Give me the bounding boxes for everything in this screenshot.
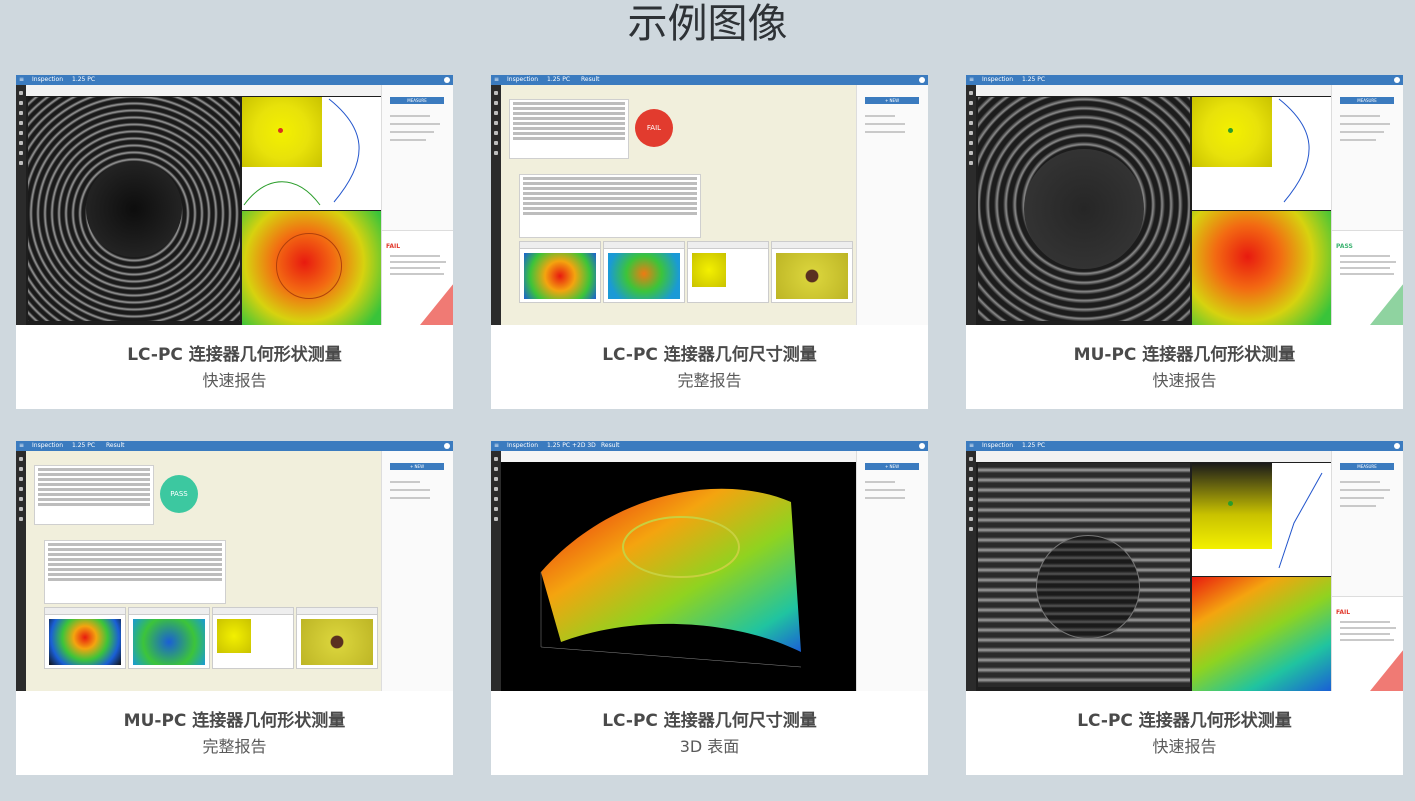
card-title: LC-PC 连接器几何尺寸测量 <box>602 711 817 731</box>
results-panel: + NEW <box>856 451 928 691</box>
help-icon <box>444 77 450 83</box>
tab-result: Result <box>106 442 125 449</box>
sample-card-lc-pc-full[interactable]: ≡ Inspection 1.25 PC Result FAIL + NEW L… <box>491 75 928 409</box>
card-title: LC-PC 连接器几何尺寸测量 <box>602 345 817 365</box>
report-area: FAIL <box>501 89 856 325</box>
card-title: LC-PC 连接器几何形状测量 <box>1077 711 1292 731</box>
sample-card-lc-pc-3d[interactable]: ≡ Inspection 1.25 PC +2D 3D Result + NEW… <box>491 441 928 775</box>
card-subtitle: 完整报告 <box>202 737 267 756</box>
new-measurement-button: + NEW <box>865 463 919 470</box>
app-topbar: ≡ Inspection 1.25 PC Result <box>491 75 928 85</box>
app-subbar <box>976 85 1331 96</box>
profile-views <box>1192 463 1331 576</box>
app-topbar: ≡ Inspection 1.25 PC <box>16 75 453 85</box>
results-panel: + NEW <box>381 451 453 691</box>
profile-views <box>1192 97 1331 210</box>
tab-inspection: Inspection <box>32 442 63 449</box>
menu-icon: ≡ <box>969 442 975 449</box>
help-icon <box>919 443 925 449</box>
sample-card-mu-pc-quick[interactable]: ≡ Inspection 1.25 PC MEASURE PASS MU-PC … <box>966 75 1403 409</box>
tab-connector: 1.25 PC <box>1022 76 1046 83</box>
screenshot-thumbnail: ≡ Inspection 1.25 PC MEASURE FAIL <box>966 441 1403 691</box>
new-measurement-button: + NEW <box>865 97 919 104</box>
tab-inspection: Inspection <box>32 76 63 83</box>
app-subbar <box>501 451 856 462</box>
card-subtitle: 快速报告 <box>1152 371 1217 390</box>
app-topbar: ≡ Inspection 1.25 PC <box>966 75 1403 85</box>
results-panel: MEASURE FAIL <box>1331 451 1403 691</box>
tab-connector: 1.25 PC <box>72 442 96 449</box>
sample-card-lc-pc-quick-2[interactable]: ≡ Inspection 1.25 PC MEASURE FAIL LC-PC … <box>966 441 1403 775</box>
card-title: MU-PC 连接器几何形状测量 <box>123 711 346 731</box>
fringe-image <box>28 97 240 321</box>
page-title: 示例图像 <box>627 1 788 47</box>
app-topbar: ≡ Inspection 1.25 PC +2D 3D Result <box>491 441 928 451</box>
fringe-image <box>978 97 1190 321</box>
surface-3d-view <box>1192 211 1331 325</box>
status-label: FAIL <box>386 243 401 250</box>
app-subbar <box>976 451 1331 462</box>
app-topbar: ≡ Inspection 1.25 PC Result <box>16 441 453 451</box>
help-icon <box>1394 443 1400 449</box>
surface-3d-view <box>501 462 856 691</box>
app-sidebar <box>16 451 26 691</box>
surface-3d-view <box>1192 577 1331 691</box>
app-subbar <box>26 85 381 96</box>
help-icon <box>919 77 925 83</box>
app-sidebar <box>966 451 976 691</box>
status-label: FAIL <box>1336 609 1351 616</box>
screenshot-thumbnail: ≡ Inspection 1.25 PC Result PASS + NEW <box>16 441 453 691</box>
sample-card-lc-pc-quick[interactable]: ≡ Inspection 1.25 PC MEASURE FAIL LC-PC … <box>16 75 453 409</box>
results-panel: MEASURE FAIL <box>381 85 453 325</box>
card-subtitle: 3D 表面 <box>679 737 740 756</box>
menu-icon: ≡ <box>494 442 500 449</box>
profile-views <box>242 97 381 210</box>
menu-icon: ≡ <box>19 442 25 449</box>
help-icon <box>444 443 450 449</box>
screenshot-thumbnail: ≡ Inspection 1.25 PC +2D 3D Result + NEW <box>491 441 928 691</box>
tab-connector: 1.25 PC <box>72 76 96 83</box>
sample-card-mu-pc-full[interactable]: ≡ Inspection 1.25 PC Result PASS + NEW M… <box>16 441 453 775</box>
menu-icon: ≡ <box>494 76 500 83</box>
card-subtitle: 快速报告 <box>1152 737 1217 756</box>
measure-button: MEASURE <box>390 97 444 104</box>
help-icon <box>1394 77 1400 83</box>
tab-connector: 1.25 PC <box>547 76 571 83</box>
tab-result: Result <box>581 76 600 83</box>
fringe-image <box>978 463 1190 687</box>
menu-icon: ≡ <box>19 76 25 83</box>
surface-3d-view <box>242 211 381 325</box>
report-area: PASS <box>26 455 381 691</box>
results-panel: + NEW <box>856 85 928 325</box>
app-sidebar <box>491 451 501 691</box>
status-badge: PASS <box>160 475 198 513</box>
app-sidebar <box>966 85 976 325</box>
tab-inspection: Inspection <box>982 76 1013 83</box>
menu-icon: ≡ <box>969 76 975 83</box>
card-subtitle: 快速报告 <box>202 371 267 390</box>
status-badge: FAIL <box>635 109 673 147</box>
app-sidebar <box>16 85 26 325</box>
tab-connector: 1.25 PC <box>1022 442 1046 449</box>
results-panel: MEASURE PASS <box>1331 85 1403 325</box>
tab-inspection: Inspection <box>507 442 538 449</box>
screenshot-thumbnail: ≡ Inspection 1.25 PC Result FAIL + NEW <box>491 75 928 325</box>
tab-inspection: Inspection <box>982 442 1013 449</box>
app-sidebar <box>491 85 501 325</box>
tab-result: Result <box>601 442 620 449</box>
status-label: PASS <box>1336 243 1353 250</box>
app-topbar: ≡ Inspection 1.25 PC <box>966 441 1403 451</box>
new-measurement-button: + NEW <box>390 463 444 470</box>
tab-inspection: Inspection <box>507 76 538 83</box>
card-title: LC-PC 连接器几何形状测量 <box>127 345 342 365</box>
card-subtitle: 完整报告 <box>677 371 742 390</box>
card-title: MU-PC 连接器几何形状测量 <box>1073 345 1296 365</box>
screenshot-thumbnail: ≡ Inspection 1.25 PC MEASURE FAIL <box>16 75 453 325</box>
tab-connector: 1.25 PC +2D 3D <box>547 442 596 449</box>
measure-button: MEASURE <box>1340 463 1394 470</box>
measure-button: MEASURE <box>1340 97 1394 104</box>
screenshot-thumbnail: ≡ Inspection 1.25 PC MEASURE PASS <box>966 75 1403 325</box>
